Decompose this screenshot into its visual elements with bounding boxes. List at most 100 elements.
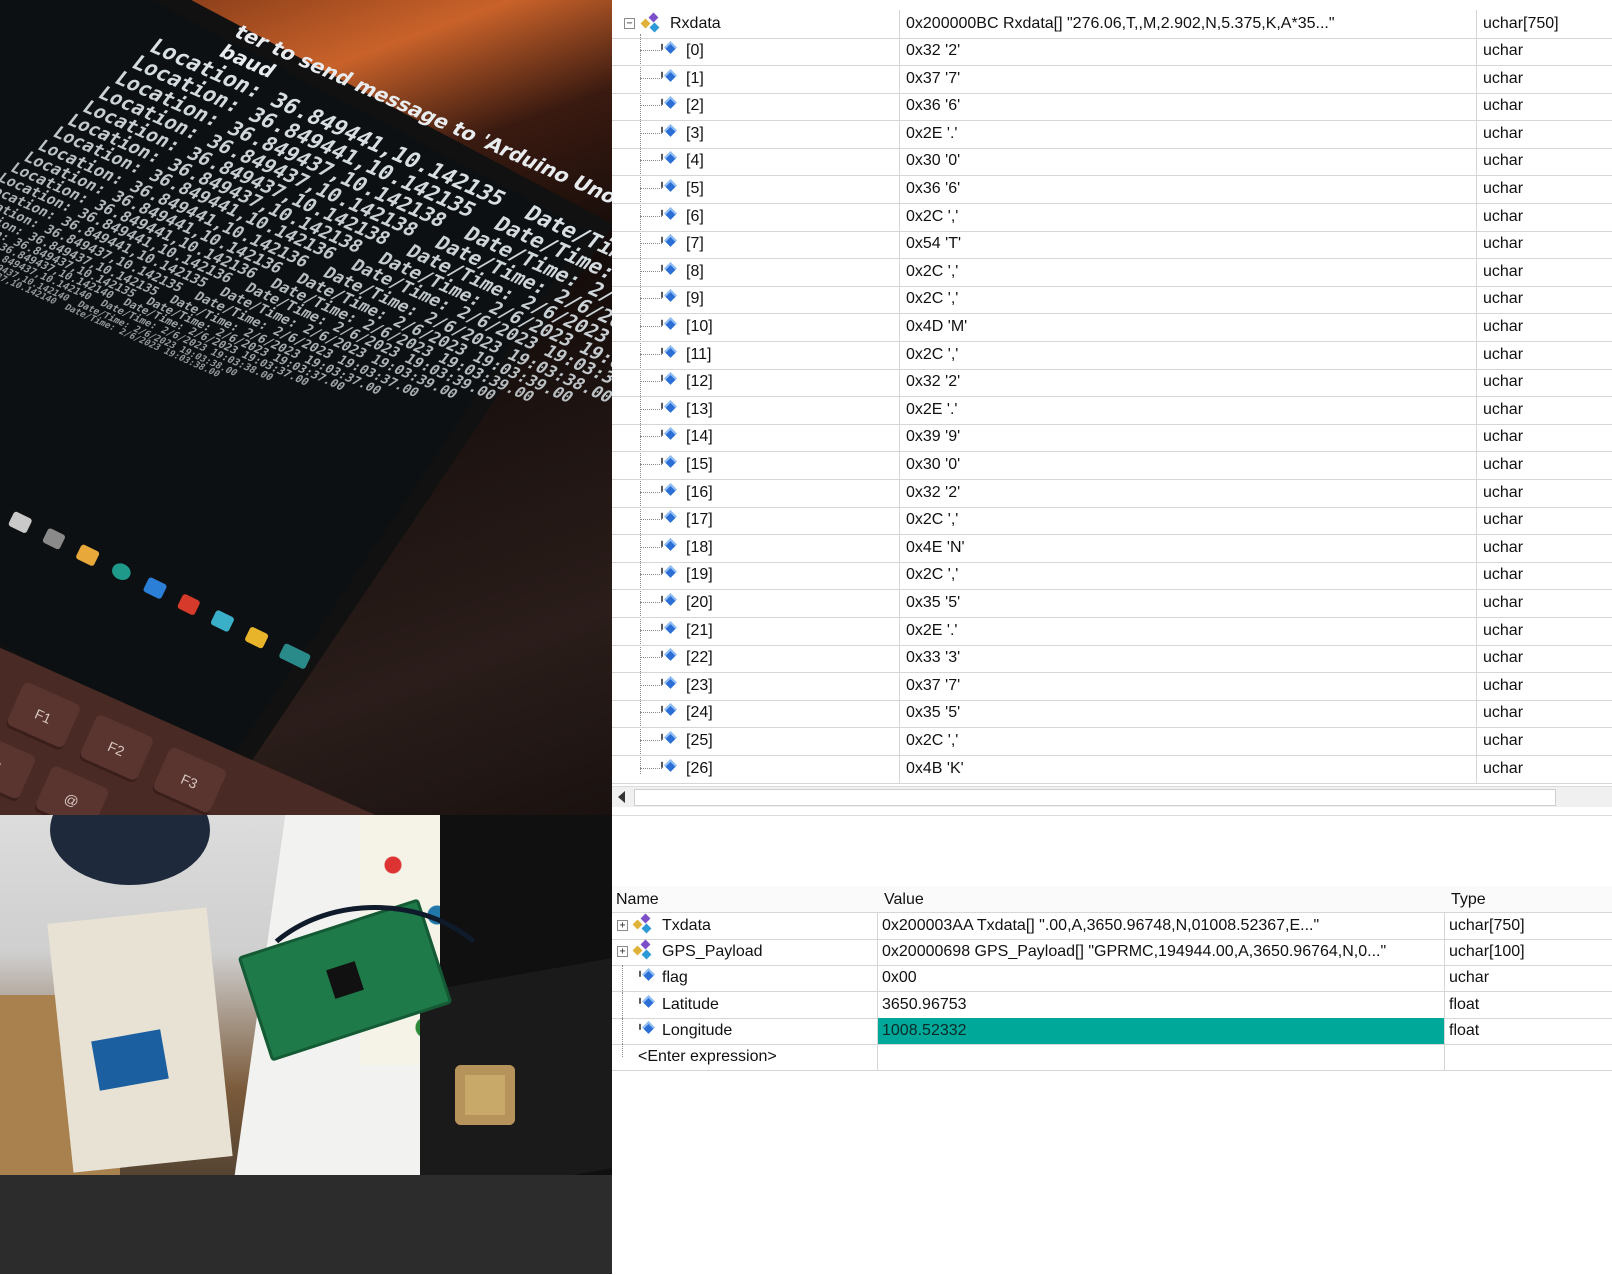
variable-icon xyxy=(664,537,677,551)
rxdata-element-row[interactable]: [14] 0x39 '9' uchar xyxy=(612,423,1612,453)
header-cut-value: ▔▔▔ xyxy=(912,0,945,8)
element-type: uchar xyxy=(1483,262,1524,280)
element-value-cell[interactable]: 0x36 '6' xyxy=(900,175,1477,203)
enter-expression-cell[interactable]: <Enter expression> xyxy=(612,1044,878,1070)
element-value-cell[interactable]: 0x35 '5' xyxy=(900,699,1477,728)
element-value-cell[interactable]: 0x2E '.' xyxy=(900,119,1477,148)
rxdata-element-row[interactable]: [17] 0x2C ',' uchar xyxy=(612,506,1612,536)
element-value-cell[interactable]: 0x2E '.' xyxy=(900,395,1477,424)
element-type-cell: uchar xyxy=(1477,589,1612,617)
enter-expression-input[interactable]: <Enter expression> xyxy=(638,1048,777,1066)
watch-type: uchar[750] xyxy=(1449,917,1525,934)
rxdata-element-row[interactable]: [9] 0x2C ',' uchar xyxy=(612,285,1612,315)
rxdata-element-row[interactable]: [12] 0x32 '2' uchar xyxy=(612,368,1612,398)
horizontal-scrollbar[interactable] xyxy=(612,786,1612,807)
watch-row-longitude[interactable]: Longitude 1008.52332 float xyxy=(612,1017,1612,1045)
element-index: [3] xyxy=(686,124,704,142)
watch-value-cell[interactable]: 3650.96753 xyxy=(878,991,1445,1018)
collapse-toggle[interactable]: − xyxy=(624,18,635,29)
element-value-cell[interactable]: 0x39 '9' xyxy=(900,423,1477,452)
watch-value-cell[interactable]: 0x20000698 GPS_Payload[] "GPRMC,194944.0… xyxy=(878,939,1445,966)
watch-name-cell: Longitude xyxy=(612,1017,878,1044)
rxdata-element-row[interactable]: [26] 0x4B 'K' uchar xyxy=(612,754,1612,784)
element-value-cell[interactable]: 0x32 '2' xyxy=(900,368,1477,397)
watch-value-cell[interactable]: 1008.52332 xyxy=(878,1017,1445,1044)
rxdata-element-row[interactable]: [15] 0x30 '0' uchar xyxy=(612,451,1612,480)
rxdata-element-row[interactable]: [20] 0x35 '5' uchar xyxy=(612,589,1612,618)
watch-value-cell[interactable]: 0x200003AA Txdata[] ".00,A,3650.96748,N,… xyxy=(878,913,1445,939)
element-value: 0x2E '.' xyxy=(906,621,958,639)
rxdata-element-row[interactable]: [22] 0x33 '3' uchar xyxy=(612,644,1612,674)
tree-branch xyxy=(640,326,662,327)
enter-expression-row[interactable]: <Enter expression> xyxy=(612,1044,1612,1071)
rxdata-element-row[interactable]: [10] 0x4D 'M' uchar xyxy=(612,313,1612,342)
watch-row-flag[interactable]: flag 0x00 uchar xyxy=(612,965,1612,993)
header-name[interactable]: Name xyxy=(616,891,659,909)
rxdata-element-row[interactable]: [13] 0x2E '.' uchar xyxy=(612,395,1612,425)
element-value-cell[interactable]: 0x32 '2' xyxy=(900,478,1477,507)
rxdata-element-row[interactable]: [6] 0x2C ',' uchar xyxy=(612,202,1612,232)
watch-row-txdata[interactable]: + Txdata 0x200003AA Txdata[] ".00,A,3650.9… xyxy=(612,913,1612,940)
element-value-cell[interactable]: 0x30 '0' xyxy=(900,451,1477,479)
element-index: [0] xyxy=(686,42,704,59)
rxdata-element-row[interactable]: [11] 0x2C ',' uchar xyxy=(612,340,1612,370)
rxdata-element-row[interactable]: [16] 0x32 '2' uchar xyxy=(612,478,1612,508)
rxdata-element-row[interactable]: [7] 0x54 'T' uchar xyxy=(612,230,1612,260)
rxdata-element-row[interactable]: [3] 0x2E '.' uchar xyxy=(612,119,1612,149)
element-value-cell[interactable]: 0x33 '3' xyxy=(900,644,1477,673)
element-value-cell[interactable]: 0x35 '5' xyxy=(900,589,1477,617)
element-value-cell[interactable]: 0x30 '0' xyxy=(900,147,1477,176)
element-type-cell: uchar xyxy=(1477,727,1612,755)
tree-branch xyxy=(640,243,662,245)
element-value-cell[interactable]: 0x2C ',' xyxy=(900,561,1477,590)
watch-row-gps-payload[interactable]: + GPS_Payload 0x20000698 GPS_Payload[] "GP… xyxy=(612,939,1612,967)
rxdata-element-row[interactable]: [25] 0x2C ',' uchar xyxy=(612,727,1612,756)
rxdata-element-row[interactable]: [0] 0x32 '2' uchar xyxy=(612,37,1612,66)
scroll-left-icon[interactable] xyxy=(618,791,625,803)
rxdata-element-row[interactable]: [8] 0x2C ',' uchar xyxy=(612,257,1612,287)
element-value-cell[interactable]: 0x36 '6' xyxy=(900,92,1477,121)
rxdata-element-row[interactable]: [24] 0x35 '5' uchar xyxy=(612,699,1612,729)
element-value-cell[interactable]: 0x2E '.' xyxy=(900,616,1477,645)
header-value[interactable]: Value xyxy=(884,891,924,909)
element-value-cell[interactable]: 0x37 '7' xyxy=(900,64,1477,93)
element-value-cell[interactable]: 0x4B 'K' xyxy=(900,754,1477,783)
element-value-cell[interactable]: 0x4D 'M' xyxy=(900,313,1477,341)
element-value-cell[interactable]: 0x2C ',' xyxy=(900,285,1477,314)
expand-toggle[interactable]: + xyxy=(617,946,628,958)
element-value-cell[interactable]: 0x2C ',' xyxy=(900,340,1477,369)
element-name-cell: [16] xyxy=(612,478,900,507)
variable-icon xyxy=(664,399,677,413)
element-value-cell[interactable]: 0x54 'T' xyxy=(900,230,1477,259)
rxdata-element-row[interactable]: [18] 0x4E 'N' uchar xyxy=(612,533,1612,563)
rxdata-element-row[interactable]: [2] 0x36 '6' uchar xyxy=(612,92,1612,122)
element-value-cell[interactable]: 0x2C ',' xyxy=(900,506,1477,535)
rxdata-element-row[interactable]: [1] 0x37 '7' uchar xyxy=(612,64,1612,94)
element-type-cell: uchar xyxy=(1477,37,1612,65)
element-type: uchar xyxy=(1483,538,1524,556)
watch-row-latitude[interactable]: Latitude 3650.96753 float xyxy=(612,991,1612,1019)
rxdata-value-cell[interactable]: 0x200000BC Rxdata[] "276.06,T,,M,2.902,N… xyxy=(900,10,1477,38)
element-value-cell[interactable]: 0x37 '7' xyxy=(900,671,1477,700)
tree-branch xyxy=(640,491,662,493)
element-type: uchar xyxy=(1483,373,1524,391)
expand-toggle[interactable]: + xyxy=(617,920,628,931)
element-value-cell[interactable]: 0x2C ',' xyxy=(900,257,1477,286)
scrollbar-thumb[interactable] xyxy=(634,789,1556,806)
element-value-cell[interactable]: 0x32 '2' xyxy=(900,37,1477,65)
rxdata-element-row[interactable]: [23] 0x37 '7' uchar xyxy=(612,671,1612,701)
element-value-cell[interactable]: 0x4E 'N' xyxy=(900,533,1477,562)
variable-icon xyxy=(664,758,677,772)
rxdata-element-row[interactable]: [5] 0x36 '6' uchar xyxy=(612,175,1612,204)
rxdata-element-row[interactable]: [4] 0x30 '0' uchar xyxy=(612,147,1612,177)
rxdata-row[interactable]: − Rxdata 0x200000BC Rxdata[] "276.06,T,,… xyxy=(612,10,1612,39)
rxdata-type-cell: uchar[750] xyxy=(1477,10,1612,38)
watch-value-cell[interactable]: 0x00 xyxy=(878,965,1445,992)
element-type: uchar xyxy=(1483,318,1524,335)
element-value-cell[interactable]: 0x2C ',' xyxy=(900,202,1477,231)
element-type: uchar xyxy=(1483,456,1524,473)
header-type[interactable]: Type xyxy=(1451,891,1486,909)
rxdata-element-row[interactable]: [21] 0x2E '.' uchar xyxy=(612,616,1612,646)
element-value-cell[interactable]: 0x2C ',' xyxy=(900,727,1477,755)
rxdata-element-row[interactable]: [19] 0x2C ',' uchar xyxy=(612,561,1612,591)
